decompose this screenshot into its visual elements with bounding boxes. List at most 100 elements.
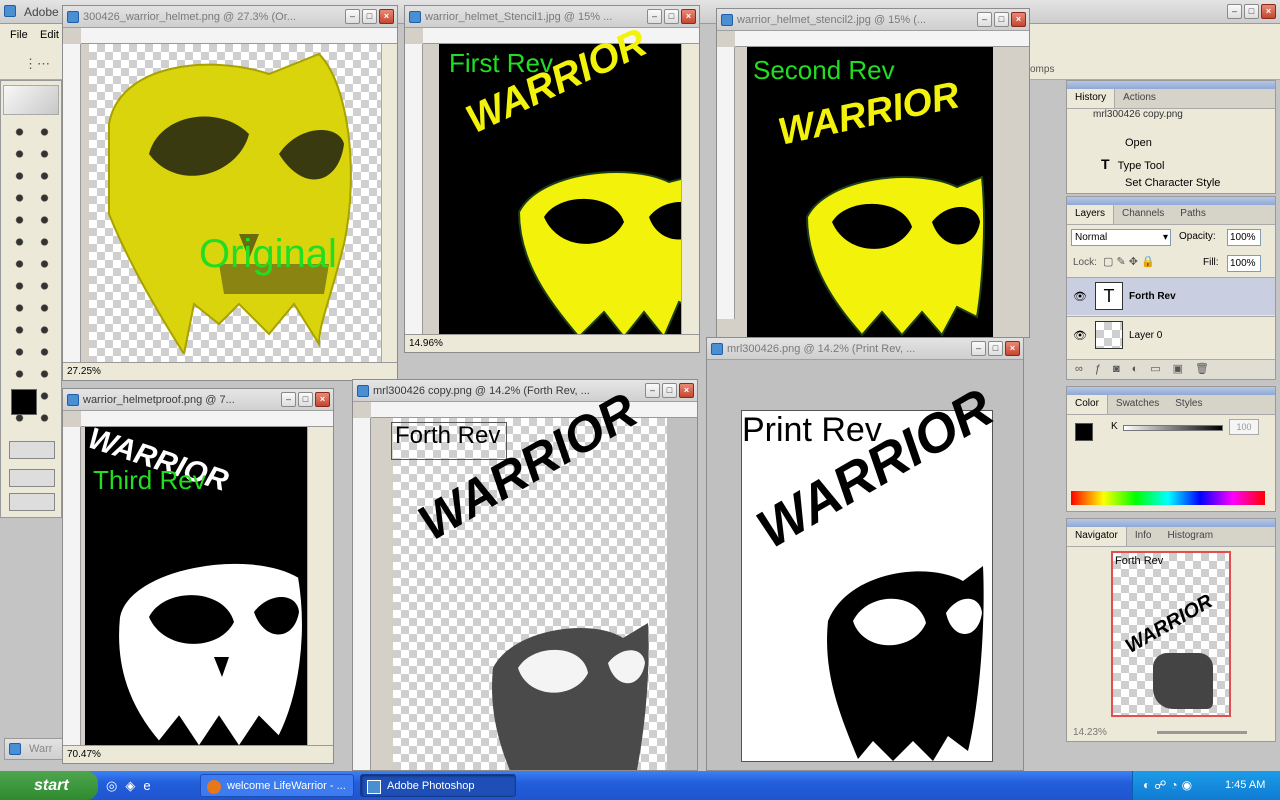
minimize-button[interactable]: – [971,341,986,356]
blend-mode-select[interactable]: Normal ▾ [1071,229,1171,246]
tray-icons[interactable]: ◐☍◔◉ [1143,778,1196,792]
minimize-button[interactable]: – [281,392,296,407]
fill-input[interactable]: 100% [1227,255,1261,272]
layer-name[interactable]: Layer 0 [1129,330,1162,341]
minimize-button[interactable]: – [645,383,660,398]
history-item-set-character-style[interactable]: Set Character Style [1125,177,1220,189]
layers-footer-buttons[interactable]: ∞ƒ◙◐▭▣🗑 [1067,359,1275,379]
zoom-level[interactable]: 27.25% [67,366,101,377]
quick-mask-mode-buttons[interactable] [9,441,55,459]
quick-launch[interactable]: ◎◈e [106,778,159,794]
visibility-eye-icon[interactable]: 👁 [1073,290,1087,303]
k-slider[interactable] [1123,425,1223,431]
app-maximize-button[interactable]: □ [1244,4,1259,19]
zoom-level[interactable]: 14.96% [409,338,443,349]
tab-info[interactable]: Info [1127,527,1160,546]
layer-row-layer-0[interactable]: 👁 Layer 0 [1067,316,1275,354]
doc-window-proof[interactable]: warrior_helmetproof.png @ 7... – □ × WARRI… [62,388,334,764]
doc-title-bar[interactable]: warrior_helmet_Stencil1.jpg @ 15% ... – □… [405,6,699,28]
menu-file[interactable]: File [10,29,28,41]
vertical-scrollbar[interactable] [381,44,397,362]
doc-window-stencil1[interactable]: warrior_helmet_Stencil1.jpg @ 15% ... – □… [404,5,700,353]
close-button[interactable]: × [315,392,330,407]
doc-window-original[interactable]: 300426_warrior_helmet.png @ 27.3% (Or...… [62,5,398,381]
k-value-input[interactable]: 100 [1229,419,1259,435]
zoom-level[interactable]: 70.47% [67,749,101,760]
panel-header[interactable] [1067,197,1275,205]
maximize-button[interactable]: □ [362,9,377,24]
image-canvas[interactable]: First Rev WARRIOR [439,20,699,339]
panel-header[interactable] [1067,81,1275,89]
tab-histogram[interactable]: Histogram [1160,527,1222,546]
tab-layers[interactable]: Layers [1067,205,1115,224]
foreground-color-swatch[interactable] [11,389,37,415]
close-button[interactable]: × [1011,12,1026,27]
image-canvas[interactable]: WARRIOR Third Rev [84,422,307,747]
image-canvas[interactable]: Second Rev WARRIOR [747,47,993,337]
panel-foreground-swatch[interactable] [1075,423,1093,441]
taskbar-item-photoshop[interactable]: Adobe Photoshop [360,774,516,797]
tab-color[interactable]: Color [1067,395,1108,414]
doc-title-bar[interactable]: warrior_helmet_stencil2.jpg @ 15% (... –… [717,9,1029,31]
panel-header[interactable] [1067,519,1275,527]
app-close-button[interactable]: × [1261,4,1276,19]
doc-window-copy[interactable]: mrl300426 copy.png @ 14.2% (Forth Rev, .… [352,379,698,771]
minimize-button[interactable]: – [345,9,360,24]
opacity-input[interactable]: 100% [1227,229,1261,246]
jump-to-imageready-button[interactable] [9,493,55,511]
clock[interactable]: 1:45 AM [1225,779,1265,791]
maximize-button[interactable]: □ [994,12,1009,27]
minimize-button[interactable]: – [977,12,992,27]
maximize-button[interactable]: □ [662,383,677,398]
close-button[interactable]: × [679,383,694,398]
maximize-button[interactable]: □ [988,341,1003,356]
tab-channels[interactable]: Channels [1114,205,1172,224]
tab-history[interactable]: History [1067,89,1116,108]
move-tool-option-icon[interactable]: ⋮⋯ [24,56,50,72]
doc-title-bar[interactable]: mrl300426 copy.png @ 14.2% (Forth Rev, .… [353,380,697,402]
menu-edit[interactable]: Edit [40,29,59,41]
taskbar-item-browser[interactable]: welcome LifeWarrior - ... [200,774,354,797]
history-tabs: History Actions [1067,89,1275,109]
navigator-preview[interactable]: Forth Rev WARRIOR [1111,551,1231,717]
image-canvas[interactable]: Forth Rev WARRIOR [391,382,667,770]
layer-name[interactable]: Forth Rev [1129,291,1176,302]
panel-header[interactable] [1067,387,1275,395]
doc-title-bar[interactable]: warrior_helmetproof.png @ 7... – □ × [63,389,333,411]
close-button[interactable]: × [1005,341,1020,356]
history-snapshot-row[interactable]: mrl300426 copy.png [1093,109,1183,120]
app-minimize-button[interactable]: – [1227,4,1242,19]
image-canvas[interactable]: Print Rev WARRIOR [741,378,1003,762]
minimize-button[interactable]: – [647,9,662,24]
spectrum-ramp[interactable] [1071,491,1265,505]
image-canvas[interactable]: Original [89,44,381,362]
start-button[interactable]: start [0,771,98,800]
maximize-button[interactable]: □ [298,392,313,407]
minimized-doc-tab[interactable]: Warr [4,738,64,760]
close-button[interactable]: × [379,9,394,24]
tab-actions[interactable]: Actions [1115,89,1164,108]
close-button[interactable]: × [681,9,696,24]
doc-title-bar[interactable]: mrl300426.png @ 14.2% (Print Rev, ... – □… [707,338,1023,360]
history-item-type-tool[interactable]: T Type Tool [1101,156,1164,172]
screen-mode-buttons[interactable] [9,469,55,487]
vertical-scrollbar[interactable] [681,44,699,334]
doc-window-stencil2[interactable]: warrior_helmet_stencil2.jpg @ 15% (... –… [716,8,1030,338]
tab-swatches[interactable]: Swatches [1108,395,1167,414]
lock-icons[interactable]: ▢ ✎ ✥ 🔒 [1103,255,1155,268]
history-item-open[interactable]: Open [1125,137,1152,149]
tab-paths[interactable]: Paths [1172,205,1214,224]
forth-rev-label[interactable]: Forth Rev [395,422,500,450]
doc-title-bar[interactable]: 300426_warrior_helmet.png @ 27.3% (Or...… [63,6,397,28]
doc-window-print[interactable]: mrl300426.png @ 14.2% (Print Rev, ... – □… [706,337,1024,771]
visibility-eye-icon[interactable]: 👁 [1073,329,1087,342]
tab-navigator[interactable]: Navigator [1067,527,1127,546]
navigator-zoom-slider[interactable] [1157,731,1247,734]
layer-row-forth-rev[interactable]: 👁 T Forth Rev [1067,277,1275,315]
tab-styles[interactable]: Styles [1167,395,1210,414]
navigator-zoom[interactable]: 14.23% [1073,727,1107,738]
maximize-button[interactable]: □ [664,9,679,24]
brushes-tab-fragment[interactable]: omps [1030,64,1054,75]
vertical-scrollbar[interactable] [667,418,697,770]
vertical-scrollbar[interactable] [307,427,333,745]
